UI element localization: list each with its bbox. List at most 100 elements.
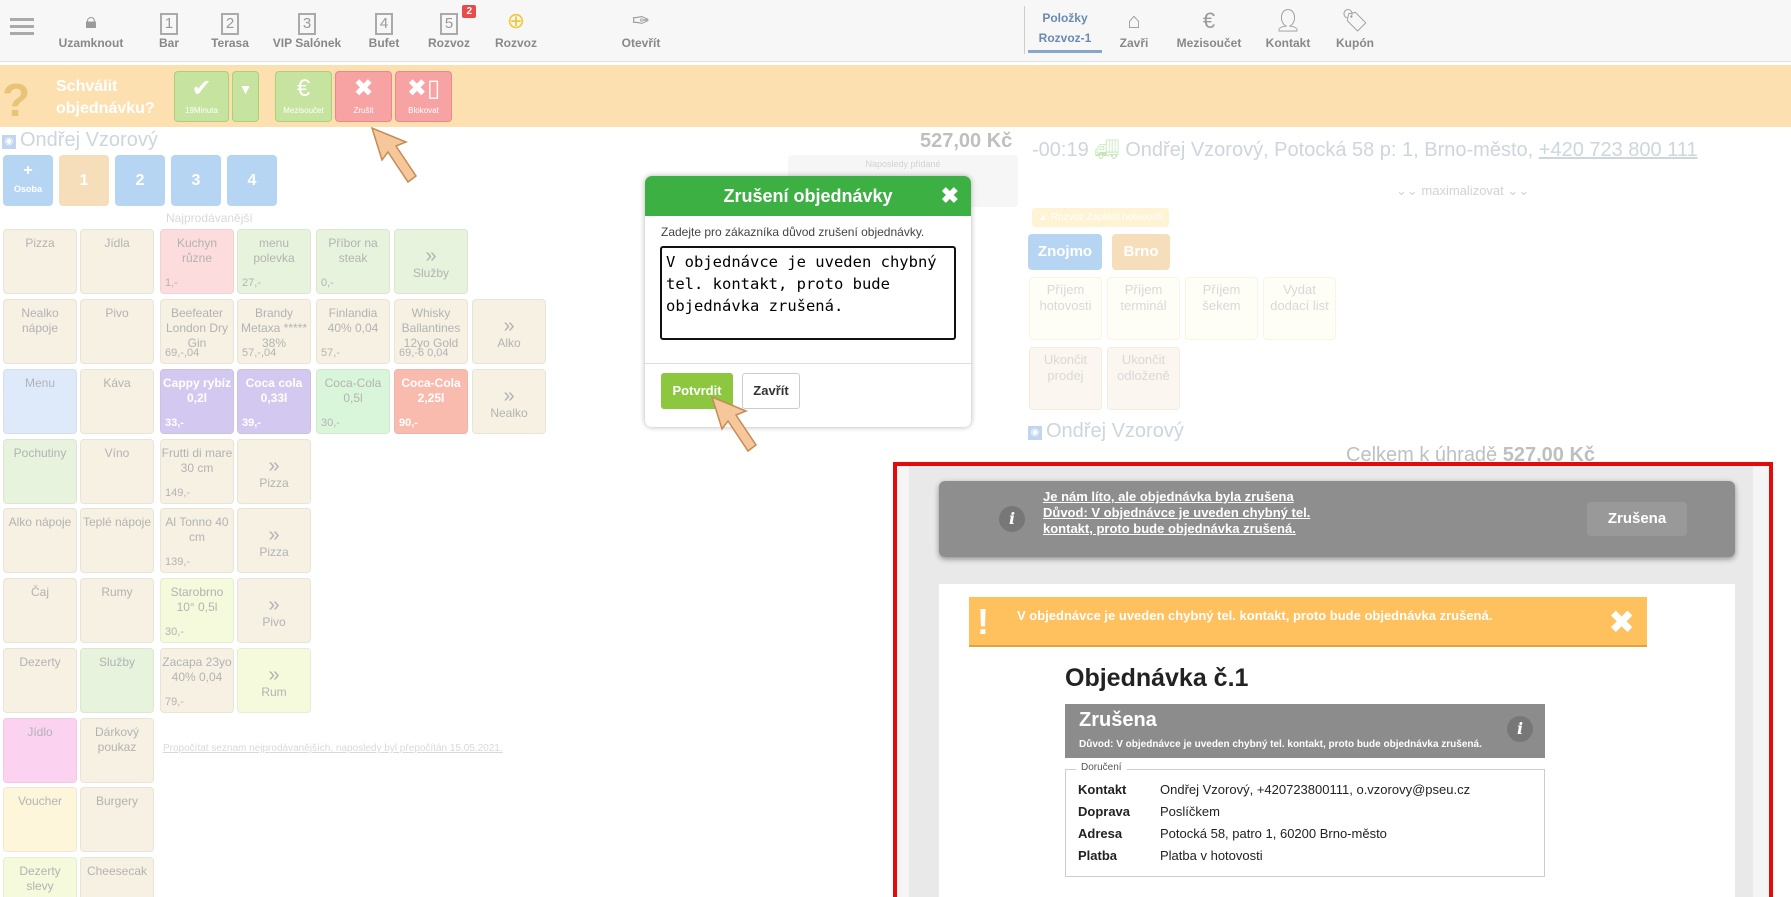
product-tile[interactable]: Kuchyn různe 1,- (160, 229, 234, 294)
product-tile[interactable]: Finlandia 40% 0,04 57,- (316, 299, 390, 364)
finish-sale-button[interactable]: Ukončit prodej (1029, 347, 1102, 410)
product-tile[interactable]: Whisky Ballantines 12yo Gold 69,-6 0,04 (394, 299, 468, 364)
seat-3[interactable]: 3 (171, 155, 221, 206)
product-tile[interactable]: Beefeater London Dry Gin 69,-,04 (160, 299, 234, 364)
finish-deferred-button[interactable]: Ukončit odloženě (1107, 347, 1180, 410)
subtotal-button[interactable]: € Mezisoučet (1170, 6, 1248, 50)
product-tile[interactable]: Pizza (3, 229, 77, 294)
product-tile[interactable]: Služby (80, 648, 154, 713)
product-tile[interactable]: Coca-Cola 2,25l 90,- (394, 369, 468, 434)
tile-label: Jídla (104, 236, 130, 250)
product-tile[interactable]: Dezerty slevy (3, 857, 77, 897)
cancel-order-button[interactable]: ✖ Zrušit (335, 71, 392, 122)
tile-label: Jídlo (27, 725, 53, 739)
menu-icon[interactable] (10, 14, 34, 36)
approve-time-button[interactable]: ✔ 19Minuta (174, 71, 229, 122)
cancel-order-dialog: Zrušení objednávky ✖ Zadejte pro zákazník… (645, 176, 971, 427)
product-tile[interactable]: menu polevka 27,- (237, 229, 311, 294)
product-tile[interactable]: Jídla (80, 229, 154, 294)
close-icon: ✖ (353, 75, 374, 102)
product-tile[interactable]: Pochutiny (3, 439, 77, 504)
tile-label: Dárkový poukaz (94, 725, 139, 754)
tab-items[interactable]: Položky Rozvoz-1 (1028, 8, 1102, 53)
recalc-link[interactable]: Propočítat seznam nejprodávanějších, nap… (163, 743, 503, 754)
product-tile[interactable]: Víno (80, 439, 154, 504)
warning-text: V objednávce je uveden chybný tel. konta… (1017, 608, 1493, 623)
product-tile[interactable]: Čaj (3, 578, 77, 643)
product-tile[interactable]: » Pivo (237, 578, 311, 643)
cancel-reason-input[interactable]: V objednávce je uveden chybný tel. konta… (660, 246, 956, 340)
close-icon[interactable]: ✖ (941, 176, 959, 216)
product-tile[interactable]: Coca-Cola 0,5l 30,- (316, 369, 390, 434)
cancelled-message[interactable]: Je nám líto, ale objednávka byla zrušena… (1043, 489, 1323, 537)
table-vip-button[interactable]: 3 VIP Salónek (268, 6, 346, 50)
open-icon: ✑ (631, 8, 651, 33)
product-tile[interactable]: Brandy Metaxa ***** 38% 57,-,04 (237, 299, 311, 364)
product-tile[interactable]: Alko nápoje (3, 508, 77, 573)
product-tile[interactable]: Coca cola 0,33l 39,- (237, 369, 311, 434)
product-tile[interactable]: Jídlo (3, 718, 77, 783)
tile-label: Pochutiny (13, 446, 67, 460)
check-icon: ✔ (191, 75, 212, 102)
product-tile[interactable]: Cappy rybíz 0,2l 33,- (160, 369, 234, 434)
coupon-icon: 🏷︎ (1341, 8, 1369, 33)
block-phone-icon: ✖▯ (406, 75, 441, 102)
tile-label: menu polevka (253, 236, 295, 265)
cash-payment-button[interactable]: Příjem hotovosti (1029, 277, 1102, 340)
truck-icon: 🚚︎ (1094, 139, 1120, 161)
terminal-payment-button[interactable]: Příjem terminál (1107, 277, 1180, 340)
maximize-toggle[interactable]: ⌄⌄ maximalizovat ⌄⌄ (1396, 183, 1529, 199)
product-tile[interactable]: Al Tonno 40 cm 139,- (160, 508, 234, 573)
dismiss-icon[interactable]: ✖ (1608, 603, 1635, 641)
product-tile[interactable]: » Pizza (237, 439, 311, 504)
tile-label: Alko nápoje (8, 515, 72, 529)
product-tile[interactable]: » Nealko (472, 369, 546, 434)
product-tile[interactable]: Frutti di mare 30 cm 149,- (160, 439, 234, 504)
product-tile[interactable]: Rumy (80, 578, 154, 643)
product-tile[interactable]: Pivo (80, 299, 154, 364)
new-delivery-button[interactable]: ⊕ Rozvoz (477, 6, 555, 50)
seat-2[interactable]: 2 (115, 155, 165, 206)
cancelled-status-button[interactable]: Zrušena (1587, 502, 1687, 536)
dialog-divider (645, 363, 971, 364)
euro-icon: € (296, 75, 311, 102)
phone-link[interactable]: +420 723 800 111 (1539, 139, 1698, 161)
block-button[interactable]: ✖▯ Blokovat (395, 71, 452, 122)
table-terasa-button[interactable]: 2 Terasa (191, 6, 269, 50)
customer-name-right: ◉ Ondřej Vzorový (1028, 420, 1184, 443)
time-dropdown-button[interactable]: ▼ (232, 71, 259, 122)
delivery-note-button[interactable]: Vydat dodací list (1263, 277, 1336, 340)
subtotal-approve-button[interactable]: € Mezisoučet (275, 71, 332, 122)
product-tile[interactable]: Dárkový poukaz (80, 718, 154, 783)
product-tile[interactable]: Teplé nápoje (80, 508, 154, 573)
tile-label: Starobrno 10° 0,5l (170, 585, 224, 614)
tile-label: Rumy (101, 585, 133, 599)
product-tile[interactable]: » Rum (237, 648, 311, 713)
product-tile[interactable]: Menu (3, 369, 77, 434)
seat-4[interactable]: 4 (227, 155, 277, 206)
question-icon: ? (2, 74, 31, 126)
open-button[interactable]: ✑ Otevřít (602, 6, 680, 50)
product-tile[interactable]: » Alko (472, 299, 546, 364)
product-tile[interactable]: Příbor na steak 0,- (316, 229, 390, 294)
close-button[interactable]: ⌂ Zavři (1095, 6, 1173, 50)
product-tile[interactable]: » Pizza (237, 508, 311, 573)
detail-row: Doprava Poslíčkem (1078, 804, 1220, 819)
lock-button[interactable]: 🔒︎ Uzamknout (52, 6, 130, 50)
product-tile[interactable]: » Služby (394, 229, 468, 294)
add-person-button[interactable]: + Osoba (3, 155, 53, 206)
seat-1[interactable]: 1 (59, 155, 109, 206)
product-tile[interactable]: Nealko nápoje (3, 299, 77, 364)
product-tile[interactable]: Voucher (3, 787, 77, 852)
product-tile[interactable]: Dezerty (3, 648, 77, 713)
product-tile[interactable]: Burgery (80, 787, 154, 852)
check-payment-button[interactable]: Příjem šekem (1185, 277, 1258, 340)
info-icon[interactable]: i (1507, 716, 1533, 742)
coupon-button[interactable]: 🏷︎ Kupón (1316, 6, 1394, 50)
location-znojmo-button[interactable]: Znojmo (1028, 234, 1102, 270)
product-tile[interactable]: Káva (80, 369, 154, 434)
product-tile[interactable]: Cheesecak (80, 857, 154, 897)
product-tile[interactable]: Starobrno 10° 0,5l 30,- (160, 578, 234, 643)
product-tile[interactable]: Zacapa 23yo 40% 0,04 79,- (160, 648, 234, 713)
location-brno-button[interactable]: Brno (1112, 234, 1170, 270)
